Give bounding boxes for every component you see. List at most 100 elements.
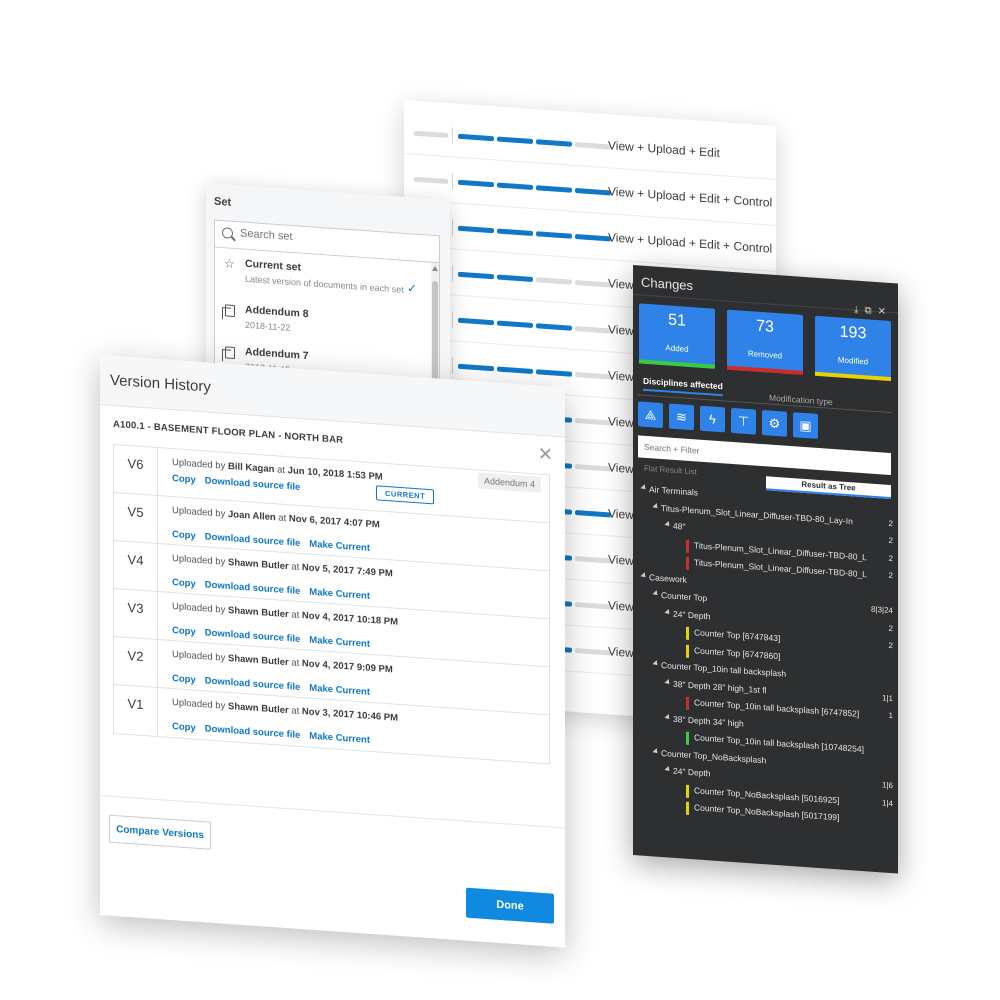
expand-caret-icon[interactable] (640, 571, 648, 579)
change-marker-green (686, 731, 689, 745)
popout-icon[interactable]: ⧉ (864, 305, 877, 317)
summary-color-strip (815, 371, 891, 382)
uploaded-by-prefix: Uploaded by (172, 505, 226, 520)
make-current-link[interactable]: Make Current (309, 683, 370, 698)
make-current-link[interactable]: Make Current (309, 587, 370, 602)
change-count: 2 (888, 535, 893, 546)
expand-caret-icon[interactable] (652, 590, 660, 598)
make-current-link[interactable]: Make Current (309, 539, 370, 554)
copy-link[interactable]: Copy (172, 673, 196, 686)
tree-node-label: Counter Top [6747860] (694, 644, 781, 661)
uploader-name: Shawn Butler (228, 652, 289, 669)
copy-link[interactable]: Copy (172, 473, 196, 486)
flat-result-list-toggle[interactable]: Flat Result List (644, 464, 697, 477)
download-icon[interactable]: ⤓ (854, 304, 864, 316)
summary-card-modified[interactable]: 193 Modified (815, 315, 891, 382)
lightning-icon[interactable]: ϟ (700, 405, 725, 433)
permission-level-segment (458, 363, 494, 372)
close-icon[interactable]: ✕ (538, 444, 553, 466)
change-marker-red (686, 556, 689, 570)
tree-node-label: 24" Depth (673, 765, 711, 779)
permission-level-segment (497, 136, 533, 145)
dialog-title: Version History (110, 371, 211, 396)
change-marker-yellow (686, 801, 689, 815)
current-badge: CURRENT (376, 485, 435, 505)
tree-node-label: 38" Depth 34" high (673, 713, 744, 729)
expand-caret-icon[interactable] (652, 660, 660, 668)
summary-card-added[interactable]: 51 Added (639, 303, 715, 369)
permission-level-segment (536, 231, 572, 239)
permission-label: View + Upload + Edit + Control (608, 230, 773, 256)
uploaded-at-word: at (291, 609, 300, 621)
expand-caret-icon[interactable] (664, 608, 672, 616)
summary-card-removed[interactable]: 73 Removed (727, 309, 803, 375)
download-source-file-link[interactable]: Download source file (205, 531, 301, 549)
permission-divider (452, 219, 453, 236)
document-name: A100.1 - BASEMENT FLOOR PLAN - NORTH BAR (113, 418, 344, 447)
copy-link[interactable]: Copy (172, 625, 196, 638)
box-icon[interactable]: ▣ (793, 412, 818, 439)
copy-link[interactable]: Copy (172, 721, 196, 734)
scroll-up-icon[interactable] (432, 265, 438, 272)
permission-level-segment (497, 274, 533, 283)
permission-level-segment (458, 225, 494, 234)
close-icon[interactable]: ✕ (878, 306, 892, 318)
download-source-file-link[interactable]: Download source file (205, 579, 301, 597)
summary-count: 51 (668, 311, 686, 330)
tab-modification-type[interactable]: Modification type (769, 393, 833, 407)
tree-node-label: 48" (673, 520, 686, 532)
star-icon: ☆ (224, 256, 235, 272)
uploader-name: Bill Kagan (228, 460, 275, 476)
layers-icon[interactable]: ≋ (669, 403, 694, 431)
compare-versions-button[interactable]: Compare Versions (109, 814, 211, 850)
download-source-file-link[interactable]: Download source file (205, 675, 301, 693)
done-button[interactable]: Done (466, 887, 554, 924)
expand-caret-icon[interactable] (640, 484, 648, 492)
change-marker-red (686, 696, 689, 710)
uploader-name: Shawn Butler (228, 604, 289, 621)
expand-caret-icon[interactable] (664, 678, 672, 686)
gear-tools-icon[interactable]: ⚙ (762, 410, 787, 437)
set-item-name: Current set (245, 257, 302, 274)
permission-divider (452, 311, 453, 328)
permission-bar-none (414, 176, 448, 185)
scrollbar-thumb[interactable] (432, 280, 438, 382)
uploaded-by-prefix: Uploaded by (172, 457, 226, 472)
permission-label: View (608, 276, 634, 293)
expand-caret-icon[interactable] (664, 713, 672, 721)
permission-label: View + Upload + Edit (608, 138, 720, 161)
permission-label: View (608, 598, 634, 615)
permission-level-segment (536, 277, 572, 285)
tree-node-content: Counter Top (652, 589, 707, 603)
copy-link[interactable]: Copy (172, 529, 196, 542)
drafting-compass-icon[interactable]: ⟁ (638, 401, 663, 429)
uploaded-by-prefix: Uploaded by (172, 601, 226, 616)
tree-node-content: Air Terminals (640, 484, 698, 498)
tree-node-content: 38" Depth 28" high_1st fl (664, 678, 766, 695)
permission-level-segment (575, 647, 611, 656)
tree-node-label: 24" Depth (673, 608, 711, 621)
expand-caret-icon[interactable] (652, 502, 660, 510)
download-source-file-link[interactable]: Download source file (205, 475, 301, 493)
copy-link[interactable]: Copy (172, 577, 196, 590)
version-number: V2 (114, 636, 158, 688)
faucet-icon[interactable]: ⊤ (731, 407, 756, 435)
make-current-link[interactable]: Make Current (309, 731, 370, 746)
tree-node-content: Casework (640, 571, 687, 584)
tab-disciplines-affected[interactable]: Disciplines affected (643, 375, 723, 397)
expand-caret-icon[interactable] (652, 747, 660, 755)
change-count: 1 (888, 710, 893, 721)
download-source-file-link[interactable]: Download source file (205, 627, 301, 645)
upload-date: Jun 10, 2018 1:53 PM (287, 465, 383, 483)
permission-level-segment (497, 320, 533, 329)
expand-caret-icon[interactable] (664, 520, 672, 528)
change-count: 2 (888, 570, 893, 581)
permission-level-segment (458, 317, 494, 326)
permission-level-segment (458, 179, 494, 188)
expand-caret-icon[interactable] (664, 765, 672, 773)
make-current-link[interactable]: Make Current (309, 635, 370, 650)
tree-node-label: Air Terminals (649, 484, 698, 498)
download-source-file-link[interactable]: Download source file (205, 723, 301, 741)
set-title: Set (214, 195, 232, 209)
set-search-input[interactable] (240, 227, 430, 253)
